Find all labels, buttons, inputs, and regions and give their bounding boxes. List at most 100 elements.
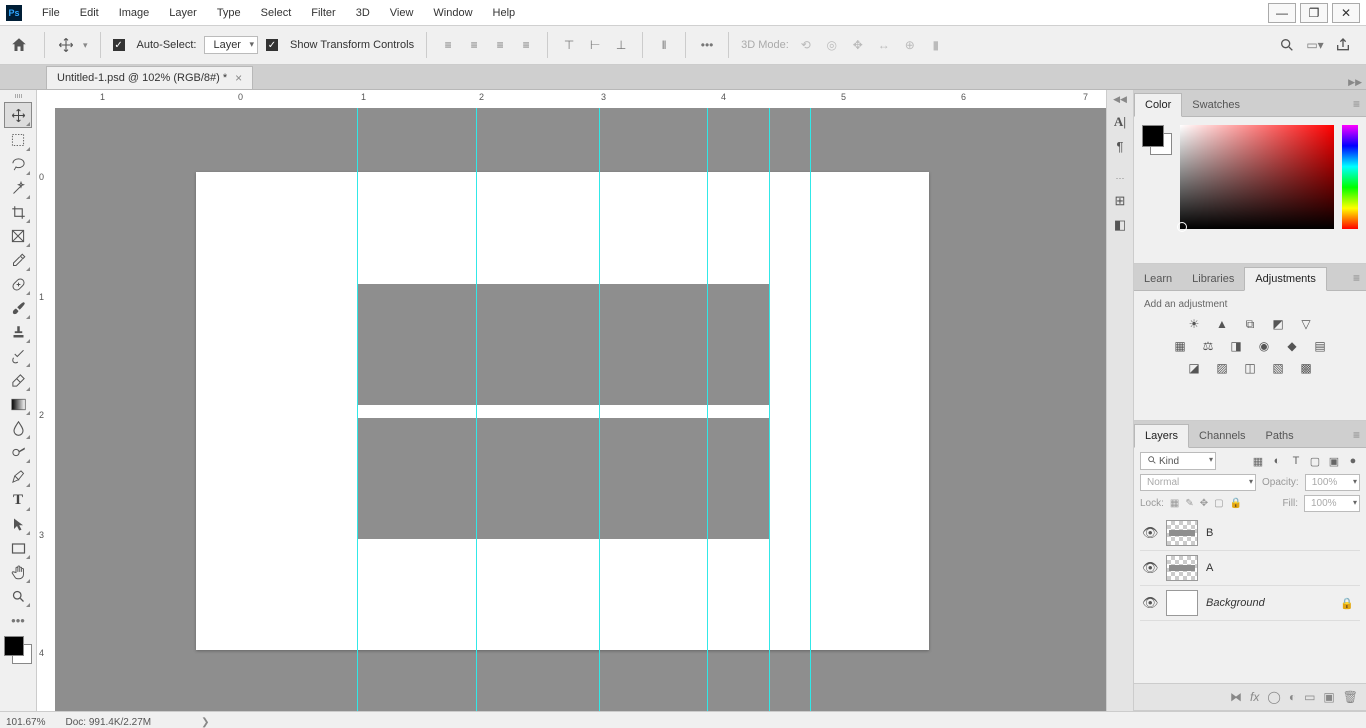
pen-tool[interactable] — [5, 464, 31, 488]
gradient-tool[interactable] — [5, 392, 31, 416]
filter-type-icon[interactable]: T — [1289, 454, 1303, 468]
canvas-viewport[interactable] — [55, 108, 1106, 711]
guide-line[interactable] — [810, 108, 811, 711]
panel-menu-icon[interactable]: ≡ — [1353, 97, 1360, 111]
search-icon[interactable] — [1278, 36, 1296, 54]
eyedropper-tool[interactable] — [5, 248, 31, 272]
color-fg-bg-swatch[interactable] — [1142, 125, 1172, 155]
visibility-icon[interactable]: 👁 — [1142, 560, 1158, 576]
align-center-h-icon[interactable]: ≡ — [465, 36, 483, 54]
fill-combo[interactable]: 100% — [1304, 495, 1360, 512]
layer-item[interactable]: 👁A — [1140, 551, 1360, 586]
opacity-combo[interactable]: 100% — [1305, 474, 1360, 491]
filter-toggle-icon[interactable]: ● — [1346, 454, 1360, 468]
layer-name[interactable]: Background — [1206, 597, 1265, 609]
close-tab-icon[interactable]: × — [235, 71, 242, 85]
menu-edit[interactable]: Edit — [70, 4, 109, 22]
layer-name[interactable]: B — [1206, 527, 1213, 539]
align-top-icon[interactable]: ⊤ — [560, 36, 578, 54]
lasso-tool[interactable] — [5, 152, 31, 176]
styles-panel-icon[interactable]: ◧ — [1109, 214, 1131, 236]
layer-thumbnail[interactable] — [1166, 555, 1198, 581]
photo-filter-icon[interactable]: ◉ — [1254, 338, 1274, 354]
guide-line[interactable] — [357, 108, 358, 711]
ruler-origin[interactable] — [37, 90, 56, 109]
align-left-icon[interactable]: ≡ — [439, 36, 457, 54]
auto-select-combo[interactable]: Layer — [204, 36, 258, 54]
layer-mask-icon[interactable]: ◯ — [1267, 690, 1280, 704]
panel-menu-icon[interactable]: ≡ — [1353, 271, 1360, 285]
tab-libraries[interactable]: Libraries — [1182, 268, 1244, 290]
horizontal-ruler[interactable]: 101234567 — [55, 90, 1106, 109]
hue-sat-icon[interactable]: ▦ — [1170, 338, 1190, 354]
status-flyout-icon[interactable]: ❯ — [201, 717, 209, 728]
color-lookup-icon[interactable]: ▤ — [1310, 338, 1330, 354]
crop-tool[interactable] — [5, 200, 31, 224]
brush-tool[interactable] — [5, 296, 31, 320]
tab-paths[interactable]: Paths — [1256, 425, 1304, 447]
layer-item[interactable]: 👁Background🔒 — [1140, 586, 1360, 621]
visibility-icon[interactable]: 👁 — [1142, 525, 1158, 541]
filter-shape-icon[interactable]: ▢ — [1308, 454, 1322, 468]
visibility-icon[interactable]: 👁 — [1142, 595, 1158, 611]
link-layers-icon[interactable]: ⧓ — [1230, 690, 1242, 704]
curves-icon[interactable]: ⧉ — [1240, 316, 1260, 332]
glyphs-panel-icon[interactable]: ⊞ — [1109, 190, 1131, 212]
brightness-icon[interactable]: ☀ — [1184, 316, 1204, 332]
levels-icon[interactable]: ▲ — [1212, 316, 1232, 332]
lock-position-icon[interactable]: ✥ — [1200, 498, 1208, 509]
show-transform-checkbox[interactable]: ✓ — [266, 39, 278, 51]
threshold-icon[interactable]: ◫ — [1240, 360, 1260, 376]
auto-select-checkbox[interactable]: ✓ — [113, 39, 125, 51]
color-balance-icon[interactable]: ⚖ — [1198, 338, 1218, 354]
healing-tool[interactable] — [5, 272, 31, 296]
expand-dock-icon[interactable]: ◀◀ — [1113, 94, 1127, 105]
dodge-tool[interactable] — [5, 440, 31, 464]
filter-smart-icon[interactable]: ▣ — [1327, 454, 1341, 468]
tab-color[interactable]: Color — [1134, 93, 1182, 117]
share-icon[interactable] — [1334, 36, 1352, 54]
guide-line[interactable] — [476, 108, 477, 711]
menu-file[interactable]: File — [32, 4, 70, 22]
layer-item[interactable]: 👁B — [1140, 516, 1360, 551]
align-right-icon[interactable]: ≡ — [491, 36, 509, 54]
align-middle-icon[interactable]: ⊢ — [586, 36, 604, 54]
lock-artboard-icon[interactable]: ▢ — [1214, 498, 1223, 509]
character-panel-icon[interactable]: A| — [1109, 111, 1131, 133]
layer-thumbnail[interactable] — [1166, 590, 1198, 616]
menu-help[interactable]: Help — [483, 4, 526, 22]
vertical-ruler[interactable]: 01234 — [37, 108, 56, 711]
lock-brush-icon[interactable]: ✎ — [1185, 498, 1193, 509]
type-tool[interactable]: T — [5, 488, 31, 512]
eraser-tool[interactable] — [5, 368, 31, 392]
hand-tool[interactable] — [5, 560, 31, 584]
edit-toolbar-icon[interactable]: ••• — [5, 608, 31, 632]
tab-adjustments[interactable]: Adjustments — [1244, 267, 1327, 291]
more-options-icon[interactable]: ••• — [698, 36, 716, 54]
delete-layer-icon[interactable]: 🗑 — [1343, 690, 1358, 704]
rectangle-tool[interactable] — [5, 536, 31, 560]
tab-layers[interactable]: Layers — [1134, 424, 1189, 448]
foreground-background-swatch[interactable] — [4, 636, 32, 664]
adjustment-layer-icon[interactable]: ◐ — [1289, 690, 1296, 704]
layer-fx-icon[interactable]: fx — [1250, 690, 1259, 704]
channel-mixer-icon[interactable]: ◆ — [1282, 338, 1302, 354]
align-bottom-icon[interactable]: ⊥ — [612, 36, 630, 54]
panel-menu-icon[interactable]: ≡ — [1353, 428, 1360, 442]
invert-icon[interactable]: ◪ — [1184, 360, 1204, 376]
selective-color-icon[interactable]: ▩ — [1296, 360, 1316, 376]
hue-slider[interactable] — [1342, 125, 1358, 229]
lock-pixels-icon[interactable]: ▦ — [1170, 498, 1179, 509]
posterize-icon[interactable]: ▨ — [1212, 360, 1232, 376]
gradient-map-icon[interactable]: ▧ — [1268, 360, 1288, 376]
magic-wand-tool[interactable] — [5, 176, 31, 200]
guide-line[interactable] — [707, 108, 708, 711]
frame-tool[interactable] — [5, 224, 31, 248]
maximize-button[interactable]: ❐ — [1300, 3, 1328, 23]
layer-name[interactable]: A — [1206, 562, 1213, 574]
marquee-tool[interactable] — [5, 128, 31, 152]
exposure-icon[interactable]: ◩ — [1268, 316, 1288, 332]
guide-line[interactable] — [599, 108, 600, 711]
document-tab[interactable]: Untitled-1.psd @ 102% (RGB/8#) * × — [46, 66, 253, 89]
menu-layer[interactable]: Layer — [159, 4, 207, 22]
